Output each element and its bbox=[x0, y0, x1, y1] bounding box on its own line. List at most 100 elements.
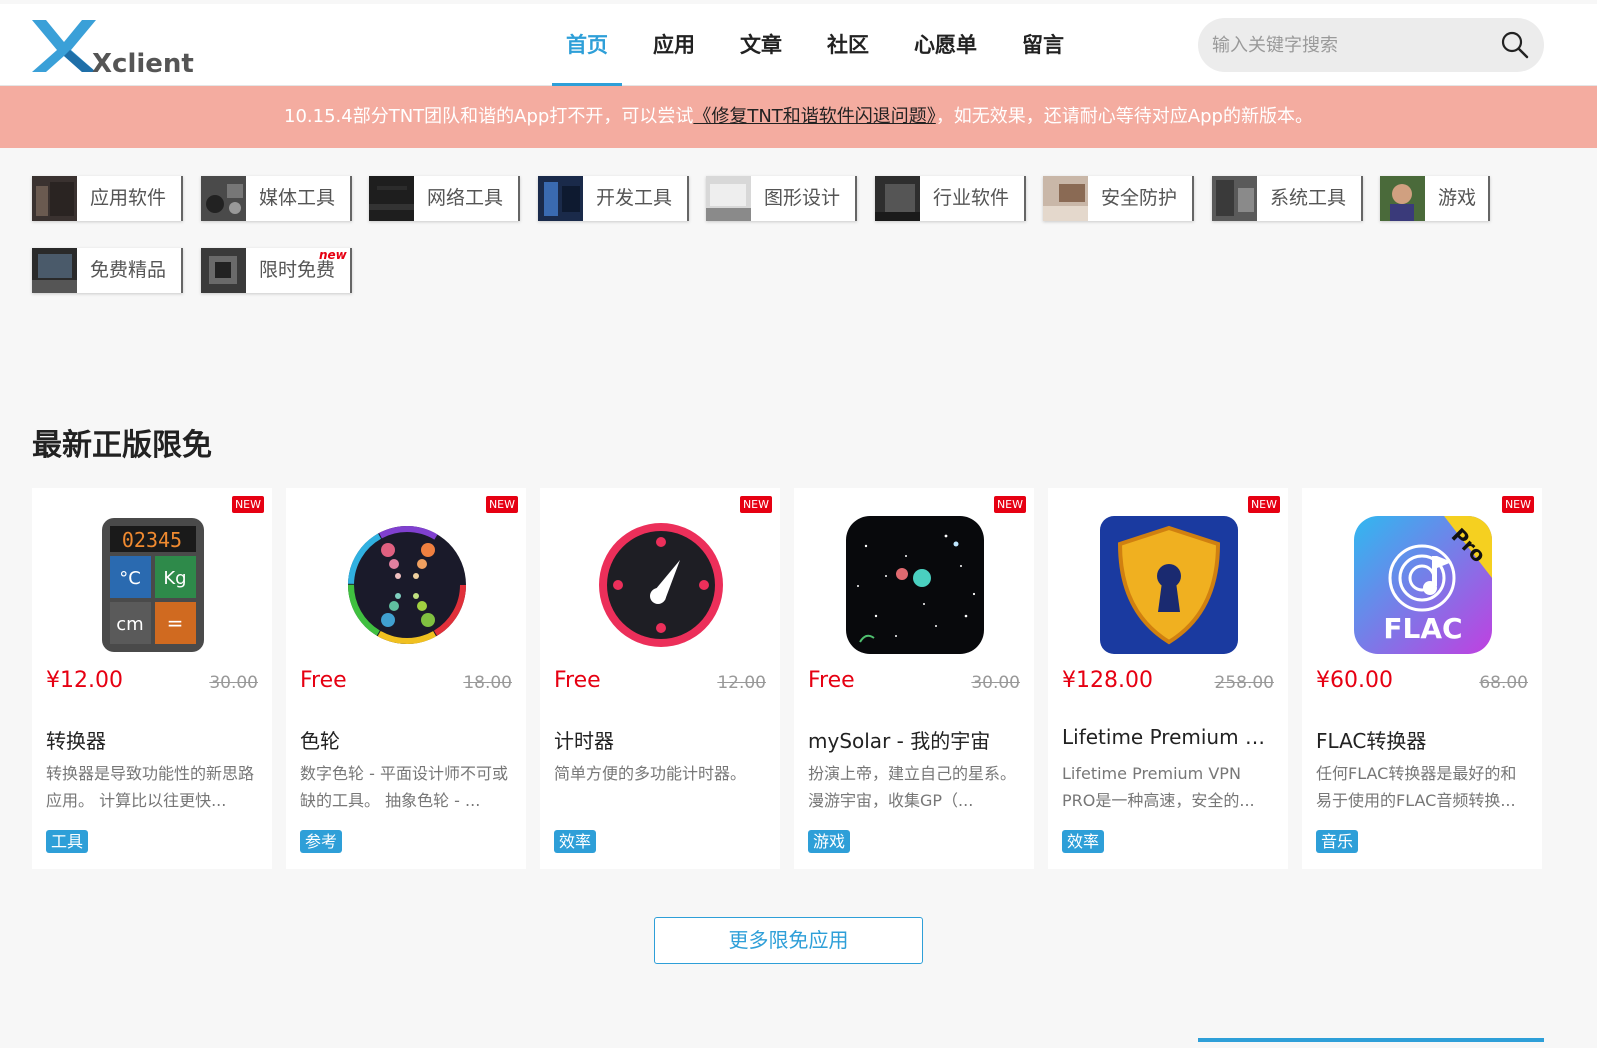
category-app-software[interactable]: 应用软件 bbox=[32, 176, 183, 221]
mysolar-app-icon bbox=[846, 516, 984, 654]
category-thumbnail bbox=[32, 248, 77, 293]
more-free-apps-button[interactable]: 更多限免应用 bbox=[654, 917, 923, 964]
svg-text:FLAC: FLAC bbox=[1383, 612, 1462, 645]
category-games[interactable]: 游戏 bbox=[1380, 176, 1490, 221]
svg-text:Kg: Kg bbox=[163, 568, 186, 589]
app-name[interactable]: 色轮 bbox=[300, 725, 512, 754]
category-thumbnail bbox=[201, 176, 246, 221]
category-label: 免费精品 bbox=[90, 259, 167, 281]
current-price: ¥12.00 bbox=[46, 668, 123, 693]
app-tag[interactable]: 效率 bbox=[1062, 830, 1105, 853]
nav-item-apps[interactable]: 应用 bbox=[639, 4, 709, 86]
nav-item-messages[interactable]: 留言 bbox=[1008, 4, 1078, 86]
notice-text-after: ，如无效果，还请耐心等待对应App的新版本。 bbox=[935, 106, 1313, 127]
app-name[interactable]: Lifetime Premium VP... bbox=[1062, 725, 1274, 749]
timer-app-icon bbox=[592, 516, 730, 654]
category-system-tools[interactable]: 系统工具 bbox=[1212, 176, 1363, 221]
original-price: 30.00 bbox=[971, 673, 1020, 693]
app-description: Lifetime Premium VPN PRO是一种高速，安全的... bbox=[1062, 764, 1255, 810]
category-thumbnail bbox=[538, 176, 583, 221]
current-price: Free bbox=[300, 668, 347, 693]
app-name[interactable]: 计时器 bbox=[554, 725, 766, 754]
new-badge: NEW bbox=[739, 496, 772, 513]
new-badge: NEW bbox=[485, 496, 518, 513]
app-card[interactable]: NEW ¥128.00 258.00 Lifetime Premium VP..… bbox=[1048, 488, 1288, 869]
app-description: 简单方便的多功能计时器。 bbox=[554, 764, 747, 783]
app-card[interactable]: NEW Pro FLAC ¥60.00 68.00 FLAC转换器 任何FLAC… bbox=[1302, 488, 1542, 869]
app-card[interactable]: NEW 02345 °C Kg cm = ¥12.00 30.00 转换器 转换… bbox=[32, 488, 272, 869]
current-price: ¥128.00 bbox=[1062, 668, 1153, 693]
app-description: 转换器是导致功能性的新思路应用。 计算比以往更快... bbox=[46, 764, 255, 810]
new-tag: new bbox=[319, 248, 347, 262]
new-badge: NEW bbox=[1247, 496, 1280, 513]
scroll-indicator bbox=[1198, 1038, 1544, 1042]
category-thumbnail bbox=[1212, 176, 1257, 221]
app-description: 扮演上帝，建立自己的星系。 漫游宇宙，收集GP（... bbox=[808, 764, 1017, 810]
category-thumbnail bbox=[201, 248, 246, 293]
nav-item-community[interactable]: 社区 bbox=[813, 4, 883, 86]
logo-text: Xclient bbox=[92, 49, 194, 76]
color-wheel-app-icon bbox=[338, 516, 476, 654]
notice-bar: 10.15.4部分TNT团队和谐的App打不开，可以尝试《修复TNT和谐软件闪退… bbox=[0, 86, 1597, 148]
flac-app-icon: Pro FLAC bbox=[1354, 516, 1492, 654]
app-tag[interactable]: 音乐 bbox=[1316, 830, 1359, 853]
main-nav: 首页 应用 文章 社区 心愿单 留言 bbox=[552, 4, 1095, 87]
search-box bbox=[1198, 18, 1544, 72]
app-tag[interactable]: 效率 bbox=[554, 830, 597, 853]
category-free-picks[interactable]: 免费精品 bbox=[32, 248, 183, 293]
svg-text:=: = bbox=[167, 611, 184, 635]
category-dev-tools[interactable]: 开发工具 bbox=[538, 176, 689, 221]
notice-fix-link[interactable]: 《修复TNT和谐软件闪退问题》 bbox=[693, 106, 935, 127]
current-price: Free bbox=[808, 668, 855, 693]
svg-text:cm: cm bbox=[116, 614, 143, 635]
current-price: Free bbox=[554, 668, 601, 693]
app-tag[interactable]: 工具 bbox=[46, 830, 89, 853]
app-name[interactable]: mySolar - 我的宇宙 bbox=[808, 725, 1020, 754]
app-description: 数字色轮 - 平面设计师不可或缺的工具。 抽象色轮 - ... bbox=[300, 764, 508, 810]
original-price: 68.00 bbox=[1479, 673, 1528, 693]
category-label: 网络工具 bbox=[427, 187, 504, 209]
app-tag[interactable]: 参考 bbox=[300, 830, 343, 853]
category-thumbnail bbox=[1043, 176, 1088, 221]
category-label: 安全防护 bbox=[1101, 187, 1178, 209]
original-price: 30.00 bbox=[209, 673, 258, 693]
category-label: 系统工具 bbox=[1270, 187, 1347, 209]
site-logo[interactable]: Xclient bbox=[32, 20, 202, 79]
category-security[interactable]: 安全防护 bbox=[1043, 176, 1194, 221]
app-name[interactable]: FLAC转换器 bbox=[1316, 725, 1528, 754]
app-card[interactable]: NEW Free 30.00 mySolar - 我的宇宙 扮演上帝，建立自己的… bbox=[794, 488, 1034, 869]
category-graphic-design[interactable]: 图形设计 bbox=[706, 176, 857, 221]
category-label: 游戏 bbox=[1438, 187, 1477, 209]
nav-item-articles[interactable]: 文章 bbox=[726, 4, 796, 86]
category-label: 媒体工具 bbox=[259, 187, 336, 209]
original-price: 258.00 bbox=[1214, 673, 1274, 693]
category-thumbnail bbox=[706, 176, 751, 221]
category-thumbnail bbox=[32, 176, 77, 221]
new-badge: NEW bbox=[993, 496, 1026, 513]
new-badge: NEW bbox=[1501, 496, 1534, 513]
nav-item-home[interactable]: 首页 bbox=[552, 4, 622, 87]
category-label: 图形设计 bbox=[764, 187, 841, 209]
search-icon[interactable] bbox=[1500, 30, 1530, 60]
category-media-tools[interactable]: 媒体工具 bbox=[201, 176, 352, 221]
original-price: 18.00 bbox=[463, 673, 512, 693]
category-label: 应用软件 bbox=[90, 187, 167, 209]
app-name[interactable]: 转换器 bbox=[46, 725, 258, 754]
app-card[interactable]: NEW Free 18.00 色轮 数字色轮 - 平面设计师不可或缺的工具。 抽… bbox=[286, 488, 526, 869]
section-title: 最新正版限免 bbox=[32, 428, 212, 463]
category-limited-free[interactable]: 限时免费 new bbox=[201, 248, 352, 293]
category-thumbnail bbox=[875, 176, 920, 221]
nav-item-wishlist[interactable]: 心愿单 bbox=[900, 4, 991, 86]
app-grid: NEW 02345 °C Kg cm = ¥12.00 30.00 转换器 转换… bbox=[32, 488, 1546, 869]
app-tag[interactable]: 游戏 bbox=[808, 830, 851, 853]
category-label: 行业软件 bbox=[933, 187, 1010, 209]
category-network-tools[interactable]: 网络工具 bbox=[369, 176, 520, 221]
new-badge: NEW bbox=[231, 496, 264, 513]
site-header: Xclient 首页 应用 文章 社区 心愿单 留言 bbox=[0, 4, 1597, 87]
app-card[interactable]: NEW Free 12.00 计时器 简单方便的多功能计时器。 效率 bbox=[540, 488, 780, 869]
current-price: ¥60.00 bbox=[1316, 668, 1393, 693]
category-industry-software[interactable]: 行业软件 bbox=[875, 176, 1026, 221]
category-thumbnail bbox=[369, 176, 414, 221]
notice-text-before: 10.15.4部分TNT团队和谐的App打不开，可以尝试 bbox=[284, 106, 694, 127]
search-input[interactable] bbox=[1212, 18, 1482, 72]
